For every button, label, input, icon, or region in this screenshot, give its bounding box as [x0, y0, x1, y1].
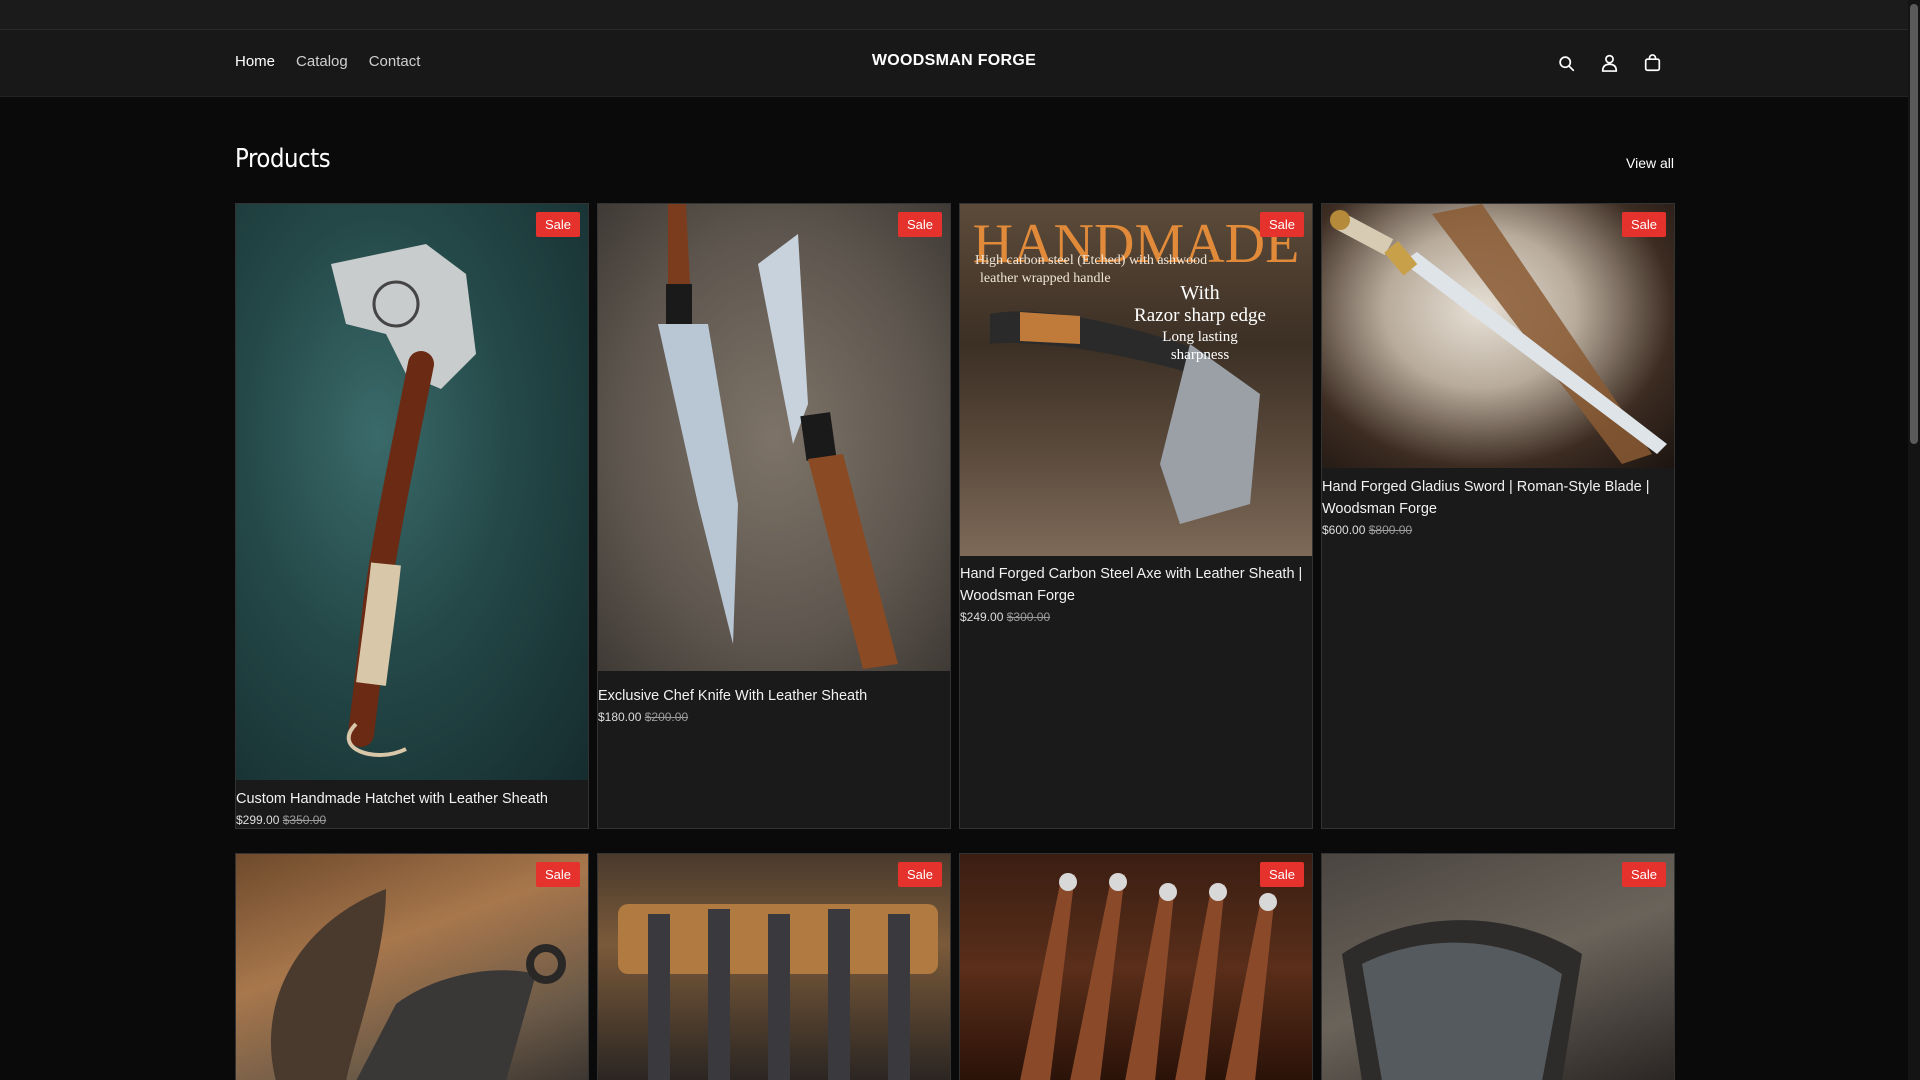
hatchet-illustration: [331, 244, 476, 757]
product-info: Exclusive Chef Knife With Leather Sheath…: [598, 685, 950, 724]
product-image-sheath-knife[interactable]: [236, 854, 588, 1080]
product-card-row2-2[interactable]: Sale: [597, 853, 951, 1080]
gladius-illustration: [1330, 204, 1667, 464]
sale-badge: Sale: [1259, 212, 1304, 237]
section-title: Products: [235, 144, 331, 174]
compare-price: $200.00: [644, 710, 689, 724]
bowie-knife-illustration: [1342, 920, 1582, 1080]
sale-price: $249.00: [960, 610, 1004, 624]
product-image-bowie-knife[interactable]: [1322, 854, 1674, 1080]
account-button[interactable]: [1597, 51, 1621, 75]
product-info: Hand Forged Gladius Sword | Roman-Style …: [1322, 476, 1674, 537]
sale-badge: Sale: [1259, 862, 1304, 887]
product-info: Hand Forged Carbon Steel Axe with Leathe…: [960, 563, 1312, 624]
search-button[interactable]: [1554, 51, 1578, 75]
brand-name[interactable]: WOODSMAN FORGE: [872, 52, 1036, 69]
product-title[interactable]: Hand Forged Gladius Sword | Roman-Style …: [1322, 476, 1674, 520]
announcement-bar: [0, 0, 1908, 30]
main-nav: Home Catalog Contact: [235, 53, 420, 70]
product-price: $180.00 $200.00: [598, 710, 950, 724]
compare-price: $300.00: [1006, 610, 1051, 624]
image-line-2: leather wrapped handle: [980, 271, 1111, 286]
product-card-row2-3[interactable]: Sale: [959, 853, 1313, 1080]
product-title[interactable]: Custom Handmade Hatchet with Leather She…: [236, 788, 588, 810]
search-icon: [1558, 55, 1574, 71]
product-card-row2-1[interactable]: Sale: [235, 853, 589, 1080]
nav-contact[interactable]: Contact: [369, 53, 421, 70]
view-all-link[interactable]: View all: [1626, 155, 1674, 171]
product-card-row2-4[interactable]: Sale: [1321, 853, 1675, 1080]
image-line-3: With: [1180, 282, 1219, 304]
damascus-set-illustration: [1020, 873, 1277, 1080]
product-title[interactable]: Exclusive Chef Knife With Leather Sheath: [598, 685, 950, 707]
account-icon: [1601, 54, 1617, 72]
knife-set-illustration: [618, 904, 938, 1080]
compare-price: $350.00: [282, 813, 327, 827]
product-card-chef-knife[interactable]: Sale Exclusive Chef Knife With Leather S…: [597, 203, 951, 829]
page-scrollbar[interactable]: [1908, 0, 1920, 1080]
header-icons: [1554, 51, 1664, 75]
image-line-5: Long lasting: [1162, 329, 1238, 345]
carbon-axe-illustration: HANDMADE High carbon steel (Etched) with…: [973, 213, 1299, 524]
sale-badge: Sale: [535, 212, 580, 237]
product-card-carbon-axe[interactable]: HANDMADE High carbon steel (Etched) with…: [959, 203, 1313, 829]
sale-badge: Sale: [897, 212, 942, 237]
product-image-damascus-set[interactable]: [960, 854, 1312, 1080]
product-image-carbon-axe[interactable]: HANDMADE High carbon steel (Etched) with…: [960, 204, 1312, 556]
sale-badge: Sale: [1621, 212, 1666, 237]
sale-badge: Sale: [897, 862, 942, 887]
cart-icon: [1644, 54, 1660, 72]
product-card-hatchet[interactable]: Sale Custom Handmade Hatchet with Leathe…: [235, 203, 589, 829]
product-title[interactable]: Hand Forged Carbon Steel Axe with Leathe…: [960, 563, 1312, 607]
scrollbar-thumb[interactable]: [1910, 4, 1918, 444]
product-price: $249.00 $300.00: [960, 610, 1312, 624]
product-price: $299.00 $350.00: [236, 813, 588, 827]
sale-price: $180.00: [598, 710, 642, 724]
image-line-1: High carbon steel (Etched) with ashwood: [975, 253, 1207, 268]
product-price: $600.00 $800.00: [1322, 523, 1674, 537]
site-header: Home Catalog Contact WOODSMAN FORGE: [0, 30, 1908, 97]
sale-badge: Sale: [1621, 862, 1666, 887]
sale-badge: Sale: [535, 862, 580, 887]
image-line-4: Razor sharp edge: [1134, 305, 1266, 326]
chef-knife-illustration: [658, 204, 898, 669]
compare-price: $800.00: [1368, 523, 1413, 537]
nav-home[interactable]: Home: [235, 53, 275, 70]
nav-catalog[interactable]: Catalog: [296, 53, 348, 70]
product-info: Custom Handmade Hatchet with Leather She…: [236, 788, 588, 827]
product-image-knife-set[interactable]: [598, 854, 950, 1080]
product-image-gladius[interactable]: [1322, 204, 1674, 468]
sale-price: $299.00: [236, 813, 280, 827]
sheath-knife-illustration: [270, 889, 566, 1080]
image-line-6: sharpness: [1171, 347, 1229, 363]
product-card-gladius[interactable]: Sale Hand Forged Gladius Sword | Roman-S…: [1321, 203, 1675, 829]
cart-button[interactable]: [1640, 51, 1664, 75]
product-image-chef-knife[interactable]: [598, 204, 950, 671]
product-image-hatchet[interactable]: [236, 204, 588, 780]
sale-price: $600.00: [1322, 523, 1366, 537]
